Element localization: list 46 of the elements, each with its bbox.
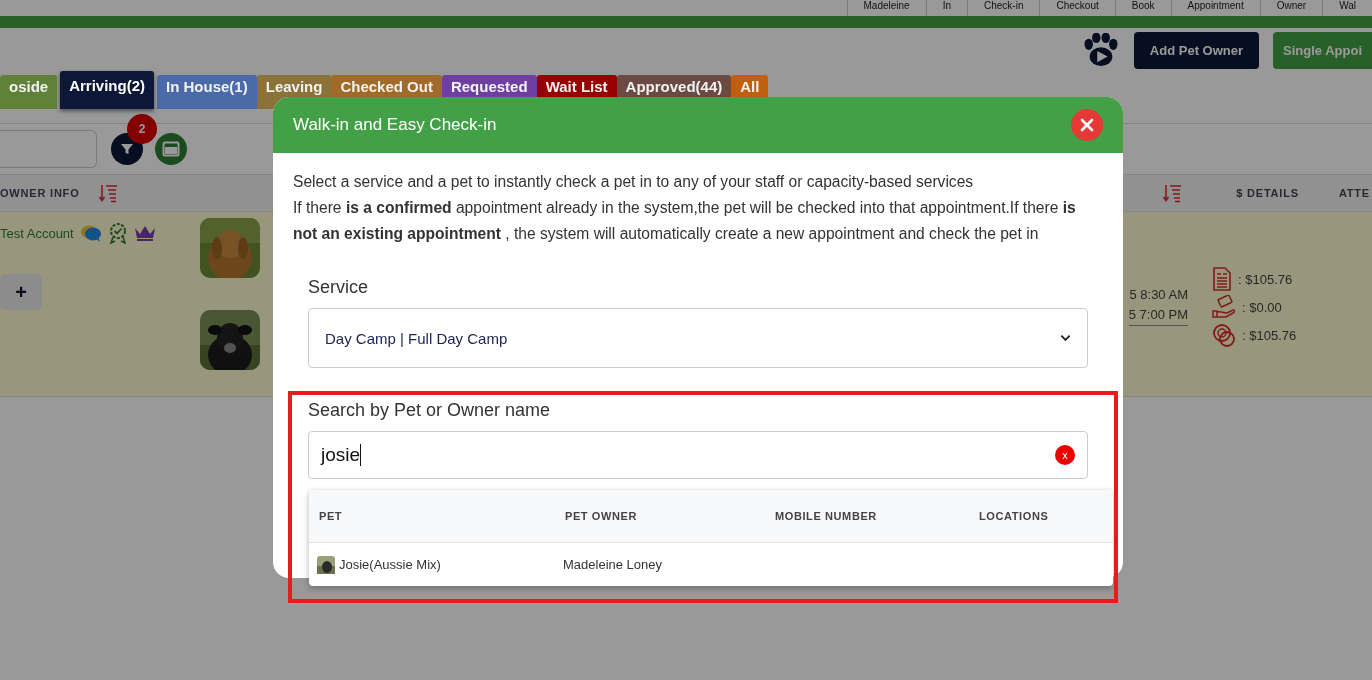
notice-text: If there is a confirmed appointment already in the system,the pet will be checked into that appointment.If there is not an existing appointment , the system will automatically create a new appointment and check the pet in	[293, 198, 1077, 244]
search-input[interactable]: josie x	[308, 431, 1088, 479]
window-icon	[162, 141, 180, 157]
column-header: PET OWNER	[565, 510, 638, 522]
status-tab[interactable]: In House(1)	[157, 75, 257, 109]
action-button[interactable]: Add Pet Owner	[1133, 31, 1260, 69]
sort-icon[interactable]	[97, 183, 118, 203]
result-row[interactable]: Josie(Aussie Mix) Madeleine Loney	[309, 543, 1113, 586]
field-label: Search by Pet or Owner name	[308, 400, 552, 421]
invoice-icon	[1212, 267, 1232, 291]
column-header: PET	[319, 510, 344, 522]
caret-icon	[1060, 334, 1071, 342]
column-header: OWNER INFO	[0, 187, 80, 199]
paw-icon[interactable]	[1081, 33, 1120, 67]
chat-icon[interactable]	[79, 224, 102, 242]
filter-count-badge: 2	[127, 114, 157, 144]
pet-name: Josie(Aussie Mix)	[339, 557, 441, 572]
owner-name[interactable]: Test Account	[0, 225, 74, 241]
hand-money-icon	[1212, 295, 1236, 319]
sort-icon[interactable]	[1162, 183, 1183, 203]
intro-text: Select a service and a pet to instantly check a pet in to any of your staff or capacity-based services	[293, 172, 975, 192]
column-header: LOCATIONS	[979, 510, 1050, 522]
status-tab[interactable]: oside	[0, 75, 58, 109]
status-tab[interactable]: Arriving(2)	[60, 71, 155, 109]
add-button[interactable]: +	[0, 274, 42, 310]
amount-text: : $0.00	[1242, 299, 1282, 315]
owner-name: Madeleine Loney	[563, 557, 664, 572]
search-field[interactable]	[0, 130, 97, 168]
crown-icon[interactable]	[133, 225, 156, 241]
clear-button[interactable]: x	[1055, 445, 1075, 465]
amount-text: : $105.76	[1242, 327, 1297, 343]
dialog-title: Walk-in and Easy Check-in	[293, 115, 497, 135]
view-toggle-button[interactable]	[155, 133, 187, 165]
award-icon[interactable]	[107, 222, 128, 244]
time-text: 5 7:00 PM	[1128, 305, 1188, 326]
amount-text: : $105.76	[1238, 271, 1293, 287]
column-header: ATTE	[1338, 187, 1370, 199]
time-text: 5 8:30 AM	[1129, 286, 1188, 304]
column-header: $ DETAILS	[1236, 187, 1299, 199]
close-icon	[1079, 117, 1095, 133]
close-button[interactable]	[1071, 109, 1103, 141]
column-header: MOBILE NUMBER	[775, 510, 878, 522]
filter-icon	[119, 141, 135, 157]
service-select[interactable]: Day Camp | Full Day Camp	[308, 308, 1088, 368]
field-label: Service	[308, 277, 370, 298]
coins-icon	[1212, 323, 1236, 347]
